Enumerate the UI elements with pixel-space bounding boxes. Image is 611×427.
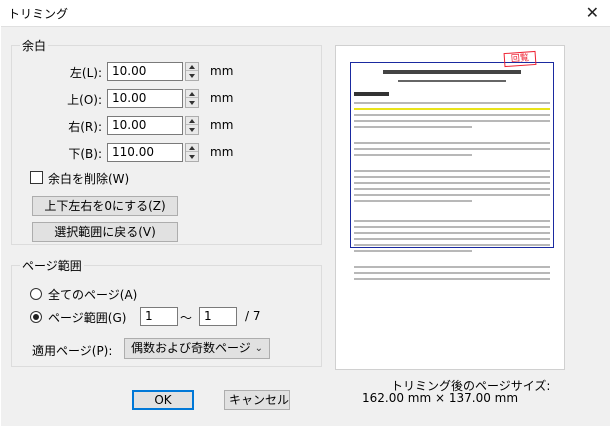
title-bar: トリミング ✕ [0, 0, 611, 26]
doc-line [354, 120, 550, 122]
remove-margin-checkbox[interactable] [30, 171, 43, 184]
doc-line [354, 194, 550, 196]
doc-title-line [383, 70, 521, 74]
doc-line [354, 266, 550, 268]
doc-line [354, 238, 550, 240]
margin-top-unit: mm [210, 91, 234, 105]
margin-right-stepper[interactable] [185, 116, 199, 135]
stepper-down-icon[interactable] [186, 99, 198, 107]
page-total: / 7 [245, 309, 261, 323]
page-to-field[interactable]: 1 [199, 307, 237, 326]
trimmed-size-value: 162.00 mm × 137.00 mm [362, 391, 519, 405]
doc-line [354, 126, 472, 128]
margin-bottom-field[interactable]: 110.00 [107, 143, 183, 162]
doc-line [354, 170, 550, 172]
margin-top-field[interactable]: 10.00 [107, 89, 183, 108]
doc-section-line [354, 92, 390, 96]
doc-line [354, 272, 550, 274]
margin-left-unit: mm [210, 64, 234, 78]
apply-pages-select[interactable]: 偶数および奇数ページ ⌄ [124, 338, 270, 359]
apply-pages-value: 偶数および奇数ページ [131, 341, 251, 355]
range-separator: 〜 [180, 311, 193, 325]
chevron-down-icon: ⌄ [254, 343, 263, 354]
doc-subtitle-line [398, 80, 506, 82]
page-range-radio[interactable] [30, 311, 42, 323]
margins-group: 余白 左(L): 10.00 mm 上(O): 10.00 mm 右(R): 1… [11, 37, 322, 245]
stepper-up-icon[interactable] [186, 63, 198, 71]
doc-line [354, 154, 472, 156]
stepper-up-icon[interactable] [186, 117, 198, 125]
page-range-group-title: ページ範囲 [20, 257, 84, 274]
margin-left-field[interactable]: 10.00 [107, 62, 183, 81]
margin-right-unit: mm [210, 118, 234, 132]
cancel-button[interactable]: キャンセル [224, 390, 290, 410]
doc-line [354, 102, 550, 104]
back-to-selection-button[interactable]: 選択範囲に戻る(V) [32, 222, 178, 242]
dialog-body: 余白 左(L): 10.00 mm 上(O): 10.00 mm 右(R): 1… [1, 26, 610, 426]
page-from-field[interactable]: 1 [140, 307, 178, 326]
all-pages-label[interactable]: 全てのページ(A) [48, 286, 137, 303]
stepper-up-icon[interactable] [186, 90, 198, 98]
doc-line [354, 142, 550, 144]
doc-line [354, 278, 550, 280]
margin-left-label: 左(L): [69, 66, 102, 80]
margin-bottom-unit: mm [210, 145, 234, 159]
margin-top-stepper[interactable] [185, 89, 199, 108]
stepper-up-icon[interactable] [186, 144, 198, 152]
doc-line [354, 220, 550, 222]
doc-line [354, 244, 550, 246]
stepper-down-icon[interactable] [186, 72, 198, 80]
doc-line [354, 226, 550, 228]
document-preview [354, 64, 550, 284]
doc-line [354, 232, 550, 234]
stepper-down-icon[interactable] [186, 126, 198, 134]
doc-line [354, 182, 550, 184]
margin-left-stepper[interactable] [185, 62, 199, 81]
all-pages-radio[interactable] [30, 288, 42, 300]
margins-group-title: 余白 [20, 37, 49, 54]
doc-line [354, 176, 550, 178]
page-preview: 回覧 [335, 45, 565, 370]
ok-button[interactable]: OK [132, 390, 194, 410]
stepper-down-icon[interactable] [186, 153, 198, 161]
doc-line [354, 114, 550, 116]
margin-right-label: 右(R): [68, 120, 102, 134]
close-icon[interactable]: ✕ [586, 3, 599, 22]
page-range-label[interactable]: ページ範囲(G) [48, 309, 126, 326]
margin-bottom-label: 下(B): [68, 147, 102, 161]
window-title: トリミング [8, 7, 69, 21]
doc-line [354, 250, 472, 252]
doc-line [354, 200, 472, 202]
margin-right-field[interactable]: 10.00 [107, 116, 183, 135]
margin-top-label: 上(O): [67, 93, 102, 107]
apply-pages-label: 適用ページ(P): [32, 344, 113, 358]
remove-margin-label[interactable]: 余白を削除(W) [48, 170, 129, 187]
doc-line [354, 148, 550, 150]
doc-line [354, 188, 550, 190]
margin-bottom-stepper[interactable] [185, 143, 199, 162]
zero-margins-button[interactable]: 上下左右を0にする(Z) [32, 196, 178, 216]
page-range-group: ページ範囲 全てのページ(A) ページ範囲(G) 1 〜 1 / 7 適用ページ… [11, 257, 322, 367]
doc-line [354, 108, 550, 110]
